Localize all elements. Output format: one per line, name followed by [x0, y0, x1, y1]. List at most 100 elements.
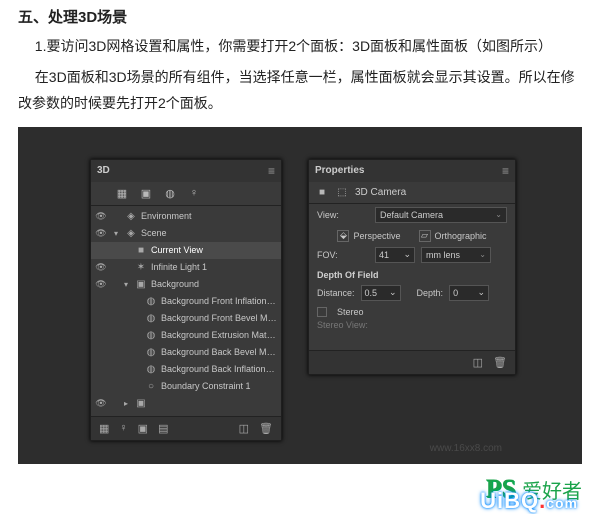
paragraph-2: 在3D面板和3D场景的所有组件，当选择任意一栏，属性面板就会显示其设置。所以在修… — [18, 64, 582, 117]
panel-3d-title: 3D — [97, 165, 110, 176]
chevron-down-icon: ⌄ — [389, 287, 397, 298]
tree-item-label: Environment — [141, 211, 277, 221]
tool-render-icon[interactable]: ▤ — [158, 422, 168, 435]
tree-row[interactable]: 👁 ◈ Environment — [91, 208, 281, 225]
screenshot: 3D ≡ ▦ ▣ ◍ ♀ 👁 ◈ Environment 👁 ▾ ◈ Scene ■ Curre… — [18, 127, 582, 464]
tree-item-label: Boundary Constraint 1 — [161, 381, 277, 391]
watermark-uibq: UiBQ.com — [480, 488, 578, 514]
row-view: View: Default Camera ⌄ — [309, 204, 515, 226]
twisty-icon[interactable]: ▾ — [111, 229, 121, 238]
perspective-icon: ⬙ — [337, 230, 349, 242]
item-type-icon: ◈ — [125, 211, 137, 222]
item-type-icon: ▣ — [135, 279, 147, 290]
panel-properties-subhead: ■ ⬚ 3D Camera — [309, 182, 515, 204]
tree-row[interactable]: ◍Background Front Inflation … — [91, 293, 281, 310]
panel-menu-icon[interactable]: ≡ — [502, 164, 509, 178]
row-stereo-check: Stereo — [309, 304, 515, 320]
stereo-view-label: Stereo View: — [309, 320, 515, 332]
tool-light-icon[interactable]: ♀ — [119, 422, 127, 434]
item-type-icon: ◈ — [125, 228, 137, 239]
fov-field[interactable]: 41⌄ — [375, 247, 415, 263]
panel-properties-bottombar: ◫ 🗑 — [309, 350, 515, 374]
item-type-icon: ◍ — [145, 347, 157, 358]
fov-label: FOV: — [317, 250, 369, 260]
article-text: 五、处理3D场景 1.要访问3D网格设置和属性，你需要打开2个面板：3D面板和属… — [0, 0, 600, 117]
panel-properties-subtitle: 3D Camera — [355, 187, 406, 198]
panel-menu-icon[interactable]: ≡ — [268, 164, 275, 178]
tree-row[interactable]: ○ Boundary Constraint 1 — [91, 378, 281, 395]
tool-scene-icon[interactable]: ▦ — [99, 422, 109, 435]
panel-3d: 3D ≡ ▦ ▣ ◍ ♀ 👁 ◈ Environment 👁 ▾ ◈ Scene ■ Curre… — [90, 159, 282, 441]
tree-item-label: Current View — [151, 245, 277, 255]
row-projection: ⬙ Perspective ▱ Orthographic — [309, 226, 515, 244]
item-type-icon: ✶ — [135, 262, 147, 273]
visibility-eye-icon[interactable]: 👁 — [95, 398, 107, 409]
tree-item-label: Background Back Bevel Mat… — [161, 347, 277, 357]
panel-properties-titlebar[interactable]: Properties ≡ — [309, 160, 515, 182]
tree-item-label: Scene — [141, 228, 277, 238]
item-type-icon: ◍ — [145, 330, 157, 341]
watermark-url: www.16xx8.com — [430, 443, 502, 454]
tree-row[interactable]: ■ Current View — [91, 242, 281, 259]
camera-icon: ■ — [315, 185, 329, 199]
chevron-down-icon: ⌄ — [479, 250, 486, 259]
tree-row[interactable]: 👁 ✶ Infinite Light 1 — [91, 259, 281, 276]
coords-icon: ⬚ — [335, 185, 349, 199]
visibility-eye-icon[interactable]: 👁 — [95, 279, 107, 290]
item-type-icon: ▣ — [135, 398, 147, 409]
visibility-eye-icon[interactable]: 👁 — [95, 211, 107, 222]
tree-row[interactable]: 👁 ▸ ▣ — [91, 395, 281, 412]
panel-3d-filterbar: ▦ ▣ ◍ ♀ — [91, 182, 281, 206]
tree-row[interactable]: ◍ Background Front Bevel Ma… — [91, 310, 281, 327]
tree-row[interactable]: 👁 ▾ ◈ Scene — [91, 225, 281, 242]
item-type-icon: ■ — [135, 245, 147, 256]
depth-label: Depth: — [417, 288, 444, 298]
panel-properties-title: Properties — [315, 165, 364, 176]
depth-field[interactable]: 0⌄ — [449, 285, 489, 301]
tree-row[interactable]: ◍ Background Extrusion Mate… — [91, 327, 281, 344]
tool-camera-icon[interactable]: ▣ — [138, 422, 148, 435]
tree-item-label: Background Back Inflation … — [161, 364, 277, 374]
tree-item-label: Background Extrusion Mate… — [161, 330, 277, 340]
visibility-eye-icon[interactable]: 👁 — [95, 228, 107, 239]
item-type-icon: ◍ — [145, 313, 157, 324]
distance-label: Distance: — [317, 288, 355, 298]
panel-3d-titlebar[interactable]: 3D ≡ — [91, 160, 281, 182]
orthographic-icon: ▱ — [419, 230, 431, 242]
stereo-label: Stereo — [337, 307, 364, 317]
item-type-icon: ◍ — [145, 364, 157, 375]
tree-item-label: Background Front Bevel Ma… — [161, 313, 277, 323]
view-label: View: — [317, 210, 369, 220]
twisty-icon[interactable]: ▾ — [121, 280, 131, 289]
render-icon[interactable]: ◫ — [473, 356, 483, 369]
tree-row[interactable]: ◍ Background Back Inflation … — [91, 361, 281, 378]
chevron-down-icon: ⌄ — [495, 210, 502, 219]
fov-unit-select[interactable]: mm lens ⌄ — [421, 247, 491, 263]
tree-item-label: Infinite Light 1 — [151, 262, 277, 272]
panel-properties: Properties ≡ ■ ⬚ 3D Camera View: Default… — [308, 159, 516, 375]
delete-icon[interactable]: 🗑 — [493, 356, 507, 369]
tree-row[interactable]: 👁▾▣Background — [91, 276, 281, 293]
distance-field[interactable]: 0.5⌄ — [361, 285, 401, 301]
dof-title: Depth Of Field — [309, 266, 515, 282]
filter-scene-icon[interactable]: ▦ — [115, 186, 129, 200]
view-select[interactable]: Default Camera ⌄ — [375, 207, 507, 223]
paragraph-1: 1.要访问3D网格设置和属性，你需要打开2个面板：3D面板和属性面板（如图所示） — [18, 33, 582, 60]
item-type-icon: ○ — [145, 381, 157, 392]
stereo-checkbox[interactable] — [317, 307, 327, 317]
tool-delete-icon[interactable]: 🗑 — [259, 422, 273, 435]
tool-new-icon[interactable]: ◫ — [239, 422, 249, 435]
panel-3d-bottombar: ▦ ♀ ▣ ▤ ◫ 🗑 — [91, 416, 281, 440]
tree-row[interactable]: ◍ Background Back Bevel Mat… — [91, 344, 281, 361]
twisty-icon[interactable]: ▸ — [121, 399, 131, 408]
toggle-orthographic[interactable]: ▱ Orthographic — [419, 230, 487, 242]
section-heading: 五、处理3D场景 — [18, 6, 582, 27]
view-value: Default Camera — [380, 210, 443, 220]
toggle-perspective[interactable]: ⬙ Perspective — [337, 230, 400, 242]
filter-material-icon[interactable]: ◍ — [163, 186, 177, 200]
chevron-down-icon: ⌄ — [403, 249, 411, 260]
tree-item-label: Background Front Inflation … — [161, 296, 277, 306]
filter-light-icon[interactable]: ♀ — [187, 186, 201, 200]
visibility-eye-icon[interactable]: 👁 — [95, 262, 107, 273]
filter-mesh-icon[interactable]: ▣ — [139, 186, 153, 200]
